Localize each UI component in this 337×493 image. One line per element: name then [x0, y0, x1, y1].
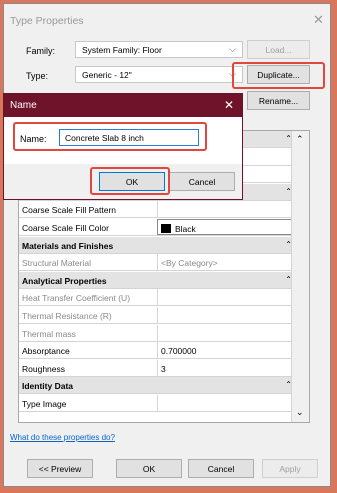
name-dialog-titlebar: Name ✕ — [4, 94, 242, 117]
grid-row[interactable]: Coarse Scale Fill Pattern — [19, 201, 298, 219]
grid-row[interactable]: Coarse Scale Fill Color Black — [19, 219, 298, 236]
ok-button[interactable]: OK — [116, 459, 182, 478]
parameter-name: Analytical Properties — [22, 275, 107, 286]
parameter-name: Identity Data — [22, 381, 74, 392]
rename-button[interactable]: Rename... — [247, 91, 310, 110]
family-select[interactable]: System Family: Floor ⌵ — [75, 41, 243, 58]
parameter-value[interactable] — [157, 307, 298, 323]
name-dialog: Name ✕ Name: Concrete Slab 8 inch OK Can… — [3, 93, 243, 200]
load-button[interactable]: Load... — [247, 40, 310, 59]
parameter-name: Absorptance — [22, 346, 70, 357]
scroll-up-icon[interactable]: ⌃ — [296, 134, 304, 145]
cancel-button[interactable]: Cancel — [188, 459, 254, 478]
window-close-icon[interactable]: ✕ — [313, 13, 324, 26]
scroll-down-icon[interactable]: ⌄ — [296, 407, 304, 418]
family-value: System Family: Floor — [82, 45, 162, 55]
apply-button[interactable]: Apply — [262, 459, 318, 478]
grid-group-header[interactable]: Analytical Properties ⌃ — [19, 271, 298, 289]
grid-row[interactable]: Heat Transfer Coefficient (U) — [19, 289, 298, 307]
parameter-value[interactable]: 3 — [157, 359, 298, 376]
grid-row[interactable]: Roughness 3 — [19, 359, 298, 377]
grid-row[interactable]: Thermal Resistance (R) — [19, 307, 298, 324]
parameter-value[interactable] — [157, 201, 298, 218]
help-link[interactable]: What do these properties do? — [10, 433, 115, 442]
type-select[interactable]: Generic - 12" ⌵ — [75, 66, 243, 83]
grid-scrollbar[interactable]: ⌃ ⌄ — [291, 131, 309, 422]
type-label: Type: — [26, 71, 49, 81]
grid-group-header[interactable]: Identity Data ⌃ — [19, 377, 298, 395]
grid-row[interactable]: Type Image — [19, 395, 298, 412]
parameter-value[interactable] — [157, 289, 298, 306]
parameter-name: Coarse Scale Fill Color — [22, 223, 109, 233]
chevron-down-icon: ⌵ — [229, 44, 236, 54]
name-dialog-title: Name — [10, 100, 37, 111]
close-icon[interactable]: ✕ — [224, 98, 234, 112]
grid-group-header[interactable]: Materials and Finishes ⌃ — [19, 236, 298, 254]
grid-row[interactable]: Absorptance 0.700000 — [19, 342, 298, 360]
parameter-name: Materials and Finishes — [22, 240, 114, 251]
parameter-name: Coarse Scale Fill Pattern — [22, 205, 117, 216]
parameter-name: Thermal Resistance (R) — [22, 311, 112, 321]
parameter-name: Type Image — [22, 399, 67, 409]
parameter-value[interactable]: Black — [157, 219, 298, 235]
parameter-name: Roughness — [22, 363, 66, 374]
parameter-name: Structural Material — [22, 258, 91, 269]
color-swatch — [161, 224, 171, 233]
duplicate-highlight — [232, 62, 325, 89]
parameter-value[interactable] — [157, 395, 298, 411]
parameter-value-text: 3 — [161, 363, 166, 374]
parameter-value-text: Black — [175, 224, 196, 234]
parameter-value-text: <By Category> — [161, 258, 218, 269]
ok-highlight — [90, 167, 170, 195]
dialog-cancel-button[interactable]: Cancel — [169, 172, 235, 191]
type-value: Generic - 12" — [82, 70, 132, 80]
name-highlight — [13, 122, 207, 151]
family-label: Family: — [26, 46, 55, 56]
parameter-name: Heat Transfer Coefficient (U) — [22, 293, 131, 304]
grid-row[interactable]: Structural Material <By Category> — [19, 254, 298, 272]
preview-button[interactable]: << Preview — [27, 459, 93, 478]
parameter-value[interactable] — [157, 324, 298, 341]
parameter-name: Thermal mass — [22, 328, 76, 339]
parameter-value[interactable]: <By Category> — [157, 254, 298, 271]
parameter-value-text: 0.700000 — [161, 346, 197, 357]
parameter-value[interactable]: 0.700000 — [157, 342, 298, 359]
grid-row[interactable]: Thermal mass — [19, 324, 298, 342]
window-title: Type Properties — [10, 15, 84, 27]
